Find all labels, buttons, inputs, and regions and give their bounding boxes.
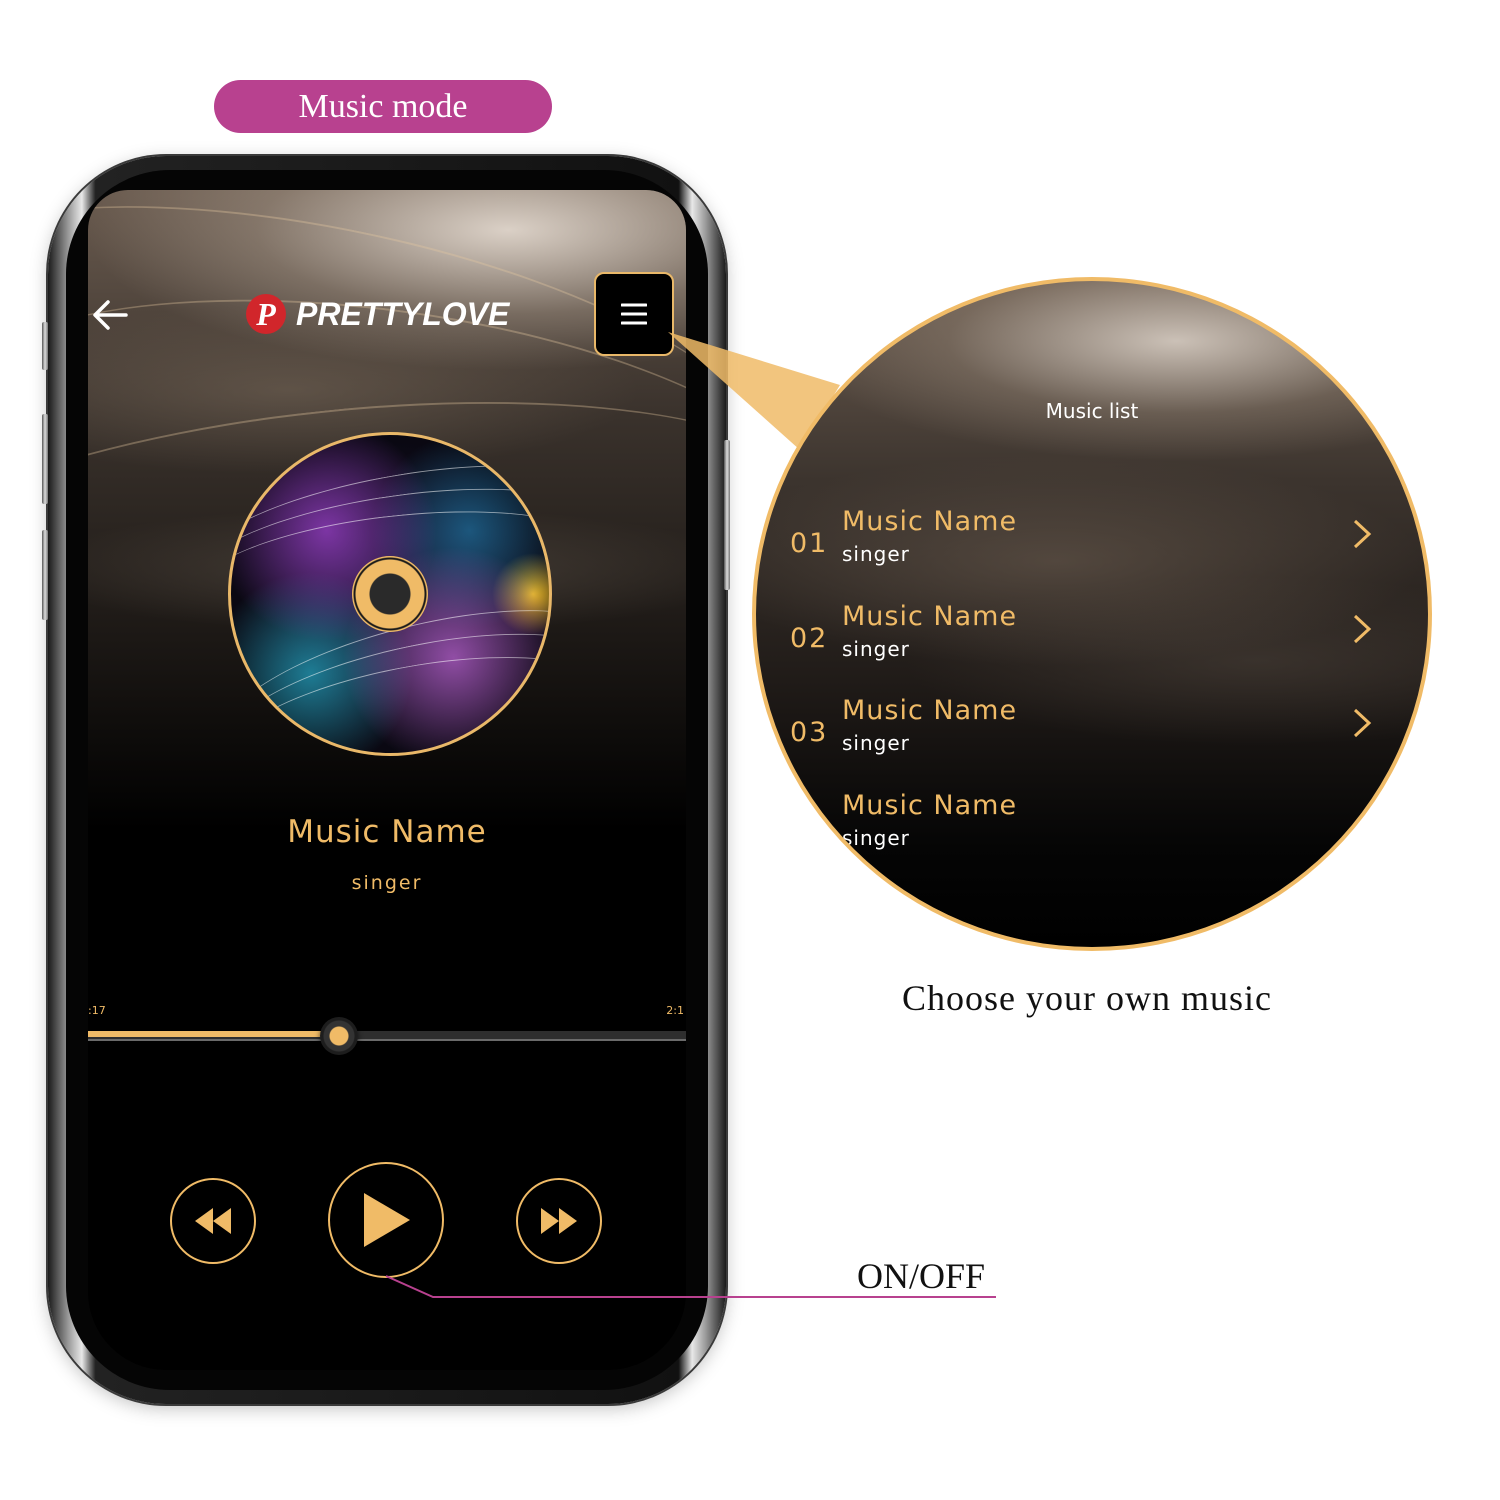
rewind-button[interactable] <box>170 1178 256 1264</box>
list-item[interactable]: 03 Music Name singer <box>790 695 1400 785</box>
brand-logo: P PRETTYLOVE <box>246 294 509 334</box>
phone-screen: P PRETTYLOVE Music Name singer :17 2:1 <box>88 190 686 1370</box>
arrow-left-icon <box>93 300 128 330</box>
volume-down-button <box>42 530 48 620</box>
mode-label: Music mode <box>214 80 552 133</box>
fast-forward-button[interactable] <box>516 1178 602 1264</box>
list-item-name: Music Name <box>842 601 1018 632</box>
list-item-name: Music Name <box>842 506 1018 537</box>
volume-up-button <box>42 414 48 504</box>
rewind-icon <box>195 1208 231 1234</box>
now-playing-singer: singer <box>351 872 423 894</box>
list-item[interactable]: 02 Music Name singer <box>790 601 1400 691</box>
music-list-menu-button[interactable] <box>594 272 674 356</box>
elapsed-time: :17 <box>88 1004 106 1017</box>
total-time: 2:1 <box>666 1004 684 1017</box>
list-item-number: 02 <box>790 623 829 654</box>
list-item-name: Music Name <box>842 695 1018 726</box>
list-item-number: 01 <box>790 528 829 559</box>
music-list-callout: Music list 01 Music Name singer 02 Music… <box>752 277 1432 951</box>
play-button[interactable] <box>328 1162 444 1278</box>
brand-name: PRETTYLOVE <box>296 295 510 332</box>
mute-switch <box>42 322 48 370</box>
list-item-singer: singer <box>842 731 910 755</box>
progress-track[interactable] <box>88 1031 686 1041</box>
chevron-right-icon <box>1353 614 1372 644</box>
progress-thumb[interactable] <box>320 1017 359 1055</box>
list-item-singer: singer <box>842 826 910 850</box>
brand-badge-icon: P <box>246 294 286 334</box>
music-list-title: Music list <box>1045 399 1139 423</box>
disc-hub <box>352 556 428 632</box>
chevron-right-icon <box>1353 708 1372 738</box>
fast-forward-icon <box>541 1208 577 1234</box>
back-button[interactable] <box>88 290 132 340</box>
callout-caption: Choose your own music <box>902 978 1272 1018</box>
now-playing-title: Music Name <box>287 814 487 850</box>
play-icon <box>364 1193 410 1247</box>
list-item-name: Music Name <box>842 790 1018 821</box>
list-item-singer: singer <box>842 542 910 566</box>
list-item-number: 03 <box>790 717 829 748</box>
list-item-singer: singer <box>842 637 910 661</box>
progress-fill <box>88 1031 340 1037</box>
hamburger-menu-icon <box>621 303 647 325</box>
album-disc-art <box>228 432 552 756</box>
play-button-annotation: ON/OFF <box>857 1256 986 1296</box>
list-item[interactable]: 01 Music Name singer <box>790 506 1400 596</box>
power-button <box>724 440 730 590</box>
list-item[interactable]: Music Name singer <box>790 790 1400 880</box>
chevron-right-icon <box>1353 519 1372 549</box>
